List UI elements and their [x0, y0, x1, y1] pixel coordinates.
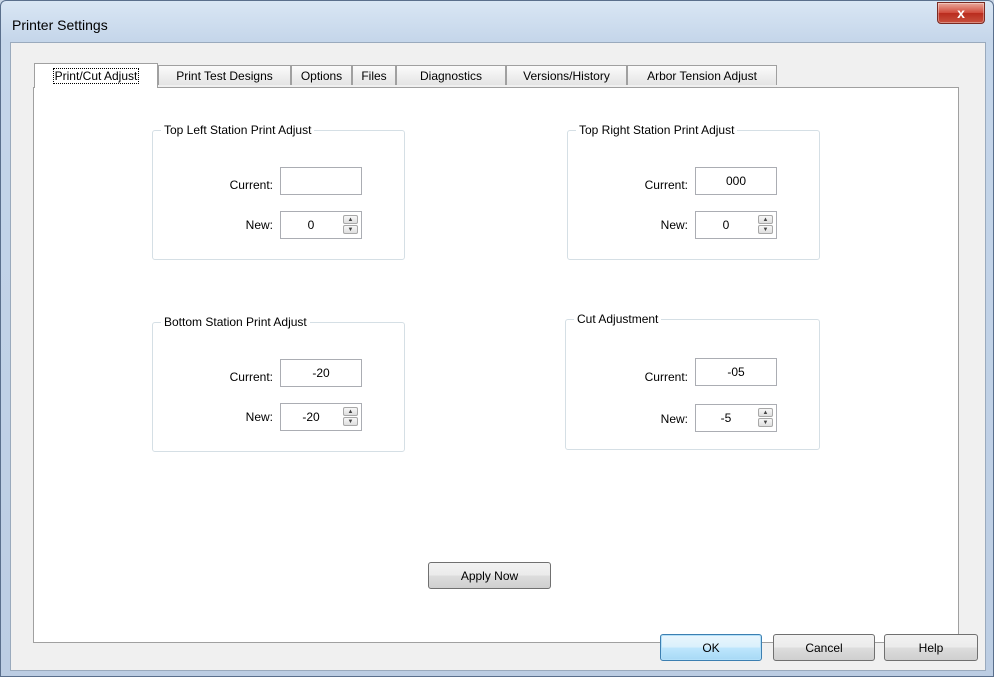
tab-versions-history[interactable]: Versions/History: [506, 65, 627, 85]
bottom-new-stepper[interactable]: -20 ▲ ▼: [280, 403, 362, 431]
close-icon: x: [957, 5, 965, 21]
current-label: Current:: [644, 370, 688, 384]
top-right-station-group: Top Right Station Print Adjust Current: …: [567, 123, 820, 260]
group-title: Bottom Station Print Adjust: [161, 315, 310, 329]
cancel-button[interactable]: Cancel: [773, 634, 875, 661]
spin-down-icon[interactable]: ▼: [758, 225, 773, 234]
spin-up-icon[interactable]: ▲: [758, 215, 773, 224]
current-label: Current:: [644, 178, 688, 192]
stepper-value[interactable]: -20: [281, 404, 341, 430]
cut-current-field: -05: [695, 358, 777, 386]
title-bar[interactable]: Printer Settings x: [1, 1, 993, 41]
tab-options[interactable]: Options: [291, 65, 352, 85]
spin-up-icon[interactable]: ▲: [758, 408, 773, 417]
stepper-buttons: ▲ ▼: [758, 408, 773, 428]
cut-new-stepper[interactable]: -5 ▲ ▼: [695, 404, 777, 432]
top-right-new-stepper[interactable]: 0 ▲ ▼: [695, 211, 777, 239]
stepper-value[interactable]: 0: [696, 212, 756, 238]
top-left-current-field: [280, 167, 362, 195]
dialog-client-area: Print/Cut Adjust Print Test Designs Opti…: [10, 42, 986, 671]
new-label: New:: [660, 218, 688, 232]
close-button[interactable]: x: [937, 2, 985, 24]
current-label: Current:: [229, 178, 273, 192]
spin-down-icon[interactable]: ▼: [758, 418, 773, 427]
stepper-value[interactable]: 0: [281, 212, 341, 238]
help-button[interactable]: Help: [884, 634, 978, 661]
spin-up-icon[interactable]: ▲: [343, 407, 358, 416]
new-label: New:: [660, 412, 688, 426]
group-title: Top Left Station Print Adjust: [161, 123, 315, 137]
window-title: Printer Settings: [12, 17, 108, 33]
group-title: Cut Adjustment: [574, 312, 662, 326]
stepper-buttons: ▲ ▼: [758, 215, 773, 235]
stepper-buttons: ▲ ▼: [343, 215, 358, 235]
spin-up-icon[interactable]: ▲: [343, 215, 358, 224]
printer-settings-window: Printer Settings x Print/Cut Adjust Prin…: [0, 0, 994, 677]
bottom-current-field: -20: [280, 359, 362, 387]
tab-arbor-tension-adjust[interactable]: Arbor Tension Adjust: [627, 65, 777, 85]
tab-print-test-designs[interactable]: Print Test Designs: [158, 65, 291, 85]
spin-down-icon[interactable]: ▼: [343, 225, 358, 234]
tab-files[interactable]: Files: [352, 65, 396, 85]
apply-now-button[interactable]: Apply Now: [428, 562, 551, 589]
top-left-new-stepper[interactable]: 0 ▲ ▼: [280, 211, 362, 239]
cut-adjustment-group: Cut Adjustment Current: -05 New: -5 ▲ ▼: [565, 312, 820, 450]
tab-print-cut-adjust[interactable]: Print/Cut Adjust: [34, 63, 158, 88]
spin-down-icon[interactable]: ▼: [343, 417, 358, 426]
ok-button[interactable]: OK: [660, 634, 762, 661]
group-title: Top Right Station Print Adjust: [576, 123, 738, 137]
new-label: New:: [245, 410, 273, 424]
tab-diagnostics[interactable]: Diagnostics: [396, 65, 506, 85]
stepper-value[interactable]: -5: [696, 405, 756, 431]
bottom-station-group: Bottom Station Print Adjust Current: -20…: [152, 315, 405, 452]
new-label: New:: [245, 218, 273, 232]
stepper-buttons: ▲ ▼: [343, 407, 358, 427]
tab-panel-print-cut-adjust: Top Left Station Print Adjust Current: N…: [33, 87, 959, 643]
current-label: Current:: [229, 370, 273, 384]
top-left-station-group: Top Left Station Print Adjust Current: N…: [152, 123, 405, 260]
top-right-current-field: 000: [695, 167, 777, 195]
